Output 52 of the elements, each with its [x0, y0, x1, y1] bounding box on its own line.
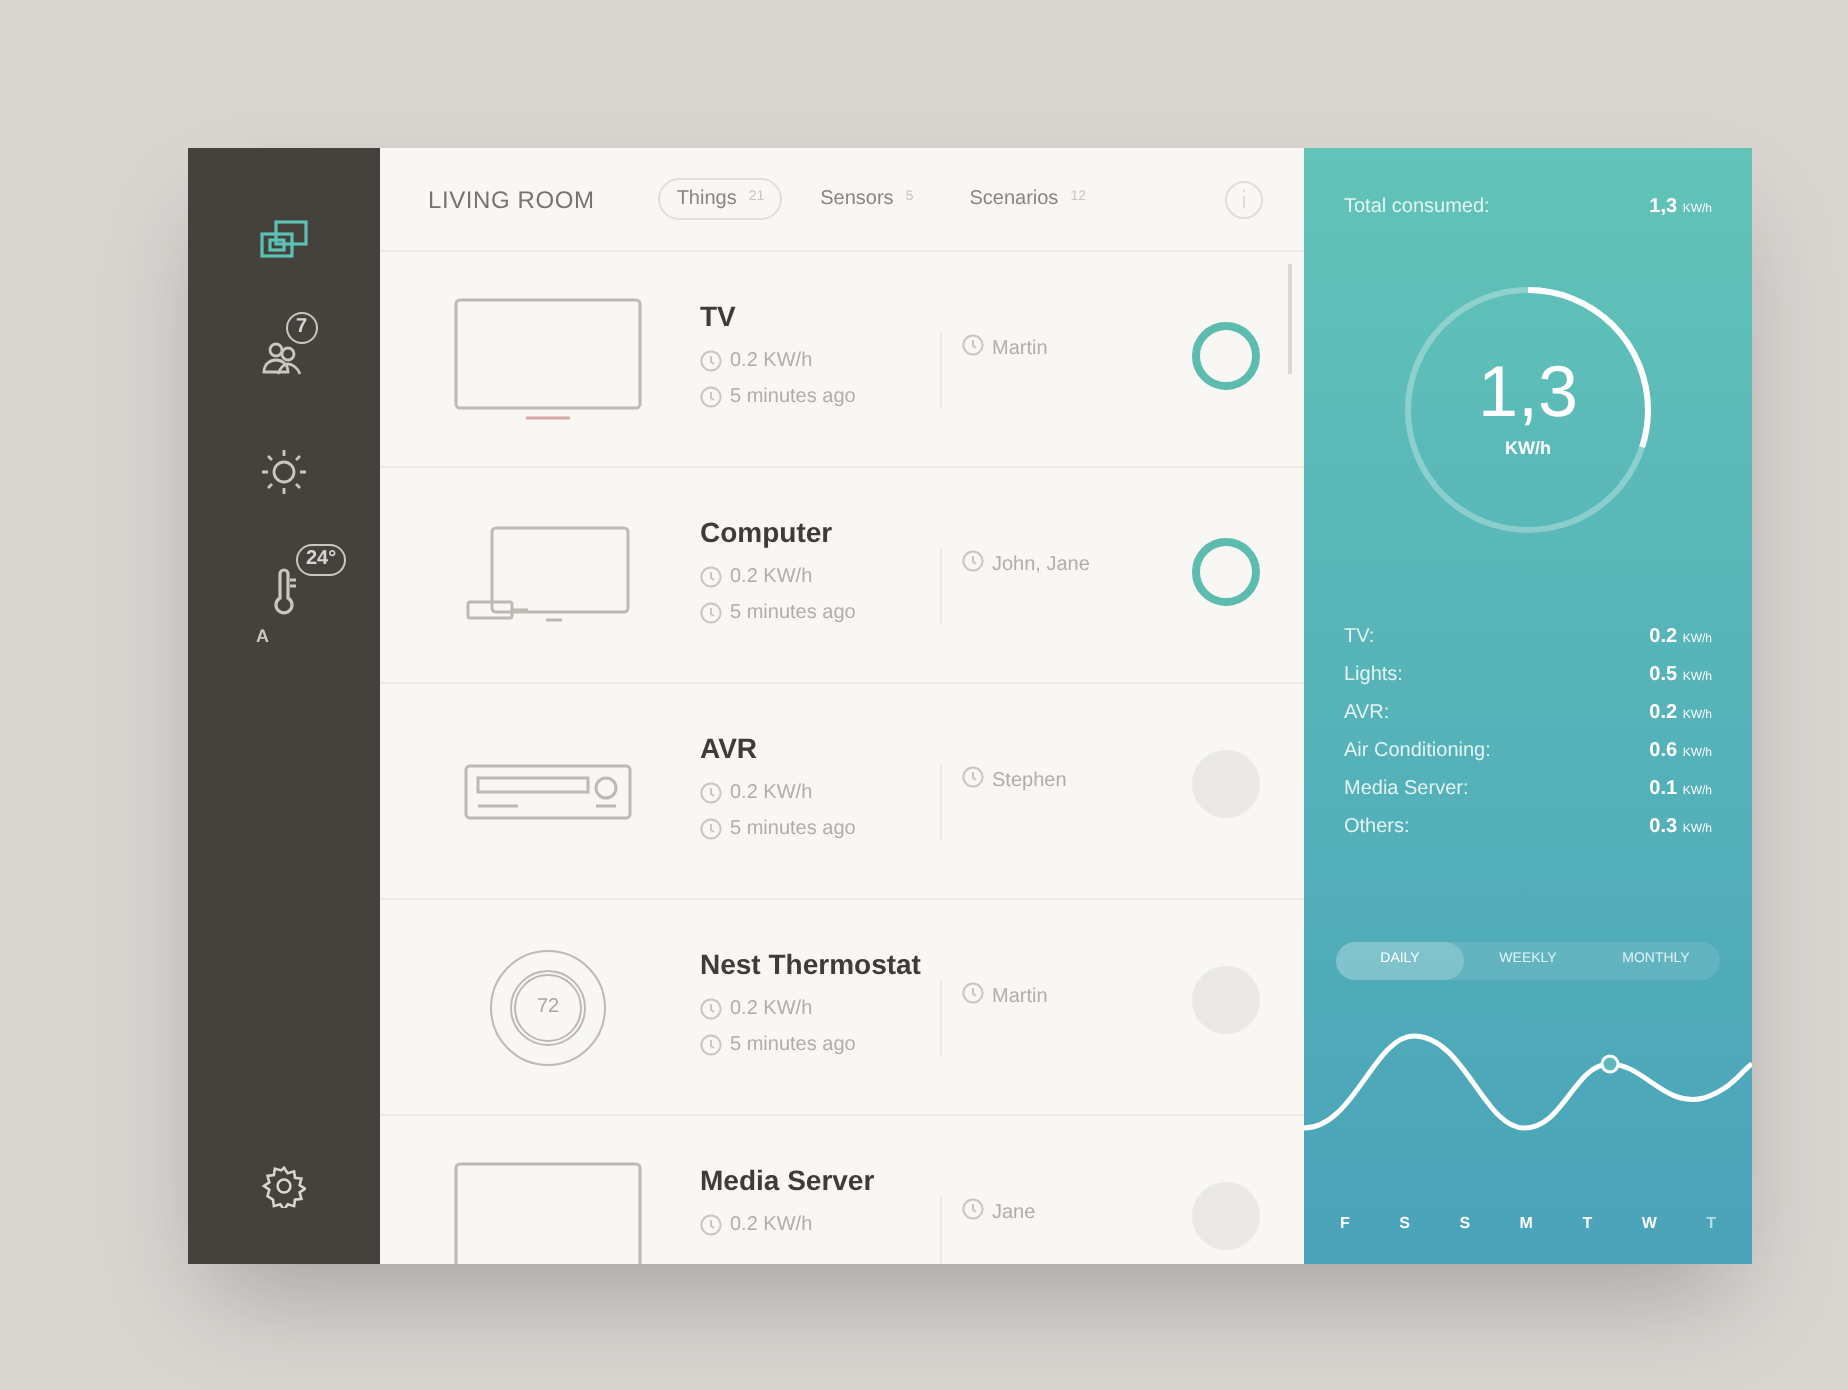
clock-icon [700, 602, 722, 624]
device-name: TV [700, 298, 738, 336]
device-label: Lights: [1344, 662, 1403, 690]
day-label: F [1340, 1212, 1350, 1236]
last-updated: 5 minutes ago [730, 600, 856, 628]
room-title: LIVING ROOM [428, 183, 595, 217]
user-name: John, Jane [992, 552, 1090, 580]
clock-icon [700, 386, 722, 408]
clock-icon [700, 1034, 722, 1056]
device-name: Computer [700, 514, 835, 552]
power-usage: 0.2 KW/h [730, 996, 813, 1024]
power-usage: 0.2 KW/h [730, 780, 813, 808]
last-updated: 5 minutes ago [730, 816, 856, 844]
power-toggle[interactable] [1192, 321, 1260, 389]
gauge-value: 1,3 [1477, 356, 1579, 429]
thermostat-reading: 72 [536, 994, 560, 1022]
device-label: AVR: [1344, 700, 1390, 728]
device-name: AVR [700, 730, 760, 768]
count-badge: 7 [286, 312, 318, 344]
info-icon[interactable] [1224, 179, 1264, 219]
device-label: Media Server: [1344, 776, 1469, 804]
power-usage: 0.2 KW/h [730, 348, 813, 376]
mode-label: A [256, 624, 269, 650]
device-label: Air Conditioning: [1344, 738, 1491, 766]
device-name: Nest Thermostat [700, 946, 923, 984]
user-name: Stephen [992, 768, 1067, 796]
scrollbar[interactable] [1288, 264, 1292, 374]
user-name: Martin [992, 984, 1048, 1012]
device-label: TV: [1344, 624, 1375, 652]
last-updated: 5 minutes ago [730, 384, 856, 412]
day-label: W [1641, 1212, 1657, 1236]
day-label: T [1706, 1212, 1716, 1236]
power-usage: 0.2 KW/h [730, 1212, 813, 1240]
user-name: Jane [992, 1200, 1036, 1228]
device-label: Others: [1344, 814, 1410, 842]
sun-icon [260, 448, 308, 496]
screens-icon [258, 220, 310, 264]
last-updated: 5 minutes ago [730, 1032, 856, 1060]
day-label: S [1459, 1212, 1471, 1236]
total-label: Total consumed: [1344, 194, 1490, 222]
user-name: Martin [992, 336, 1048, 364]
day-label: S [1399, 1212, 1410, 1236]
day-label: T [1582, 1212, 1593, 1236]
clock-icon [700, 818, 722, 840]
gauge-unit: KW/h [1505, 436, 1551, 463]
power-usage: 0.2 KW/h [730, 564, 813, 592]
power-toggle[interactable] [1192, 537, 1260, 605]
count-badge: 24° [296, 544, 347, 576]
day-label: M [1519, 1212, 1533, 1236]
settings-icon[interactable] [262, 1164, 306, 1208]
device-name: Media Server [700, 1162, 877, 1200]
thermometer-icon [272, 568, 296, 616]
